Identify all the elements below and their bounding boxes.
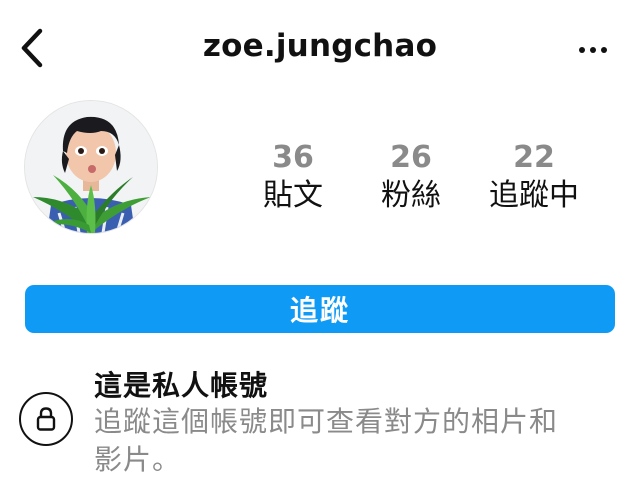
- followers-label: 粉絲: [381, 178, 441, 213]
- following-label: 追蹤中: [489, 178, 579, 213]
- followers-stat[interactable]: 26 粉絲: [346, 140, 476, 216]
- posts-label: 貼文: [263, 178, 323, 213]
- following-stat[interactable]: 22 追蹤中: [469, 140, 599, 216]
- private-account-description: 追蹤這個帳號即可查看對方的相片和影片。: [94, 405, 559, 476]
- more-dots-icon: [579, 47, 607, 53]
- posts-stat[interactable]: 36 貼文: [228, 140, 358, 216]
- private-account-title: 這是私人帳號: [94, 369, 269, 402]
- profile-stats: 36 貼文 26 粉絲 22 追蹤中: [228, 140, 606, 220]
- more-options-button[interactable]: [568, 36, 618, 64]
- profile-username: zoe.jungchao: [202, 28, 438, 64]
- lock-icon: [36, 407, 56, 431]
- top-bar: zoe.jungchao: [0, 0, 640, 100]
- profile-avatar[interactable]: [25, 101, 157, 233]
- follow-button[interactable]: 追蹤: [25, 285, 615, 333]
- lock-icon-badge: [19, 392, 73, 446]
- followers-count: 26: [390, 140, 432, 175]
- following-count: 22: [513, 140, 555, 175]
- avatar-image: [25, 101, 157, 233]
- posts-count: 36: [272, 140, 314, 175]
